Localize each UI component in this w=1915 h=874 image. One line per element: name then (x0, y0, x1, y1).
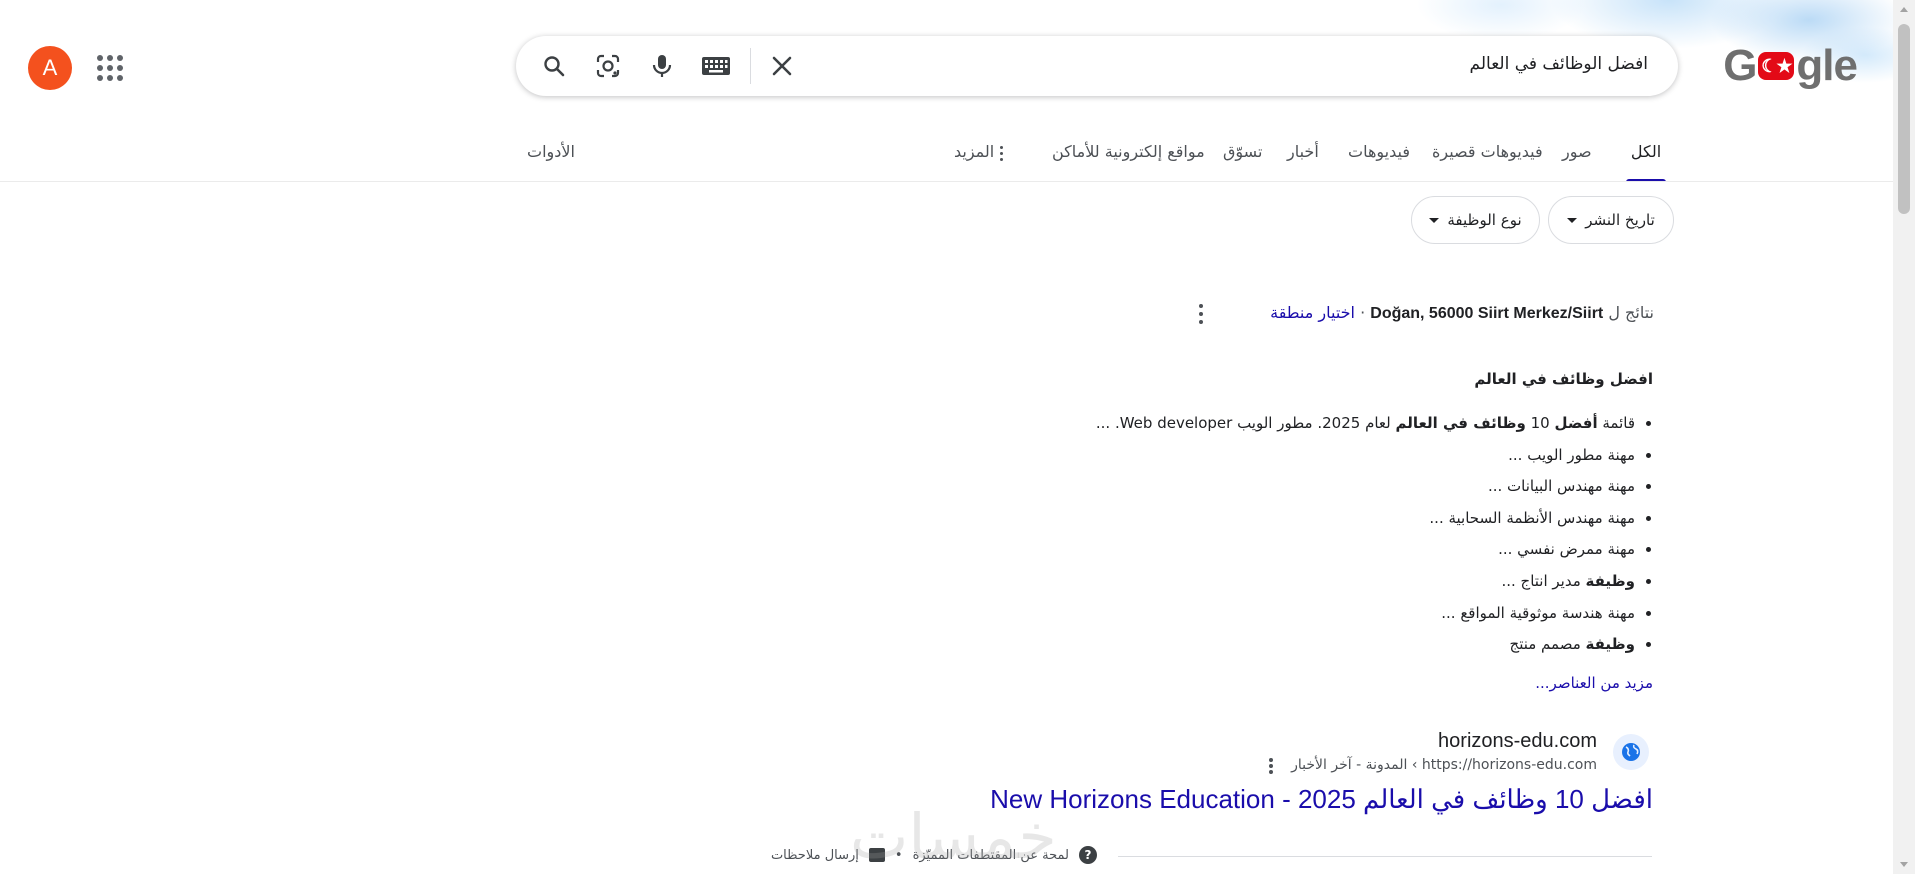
google-lens-icon[interactable] (592, 50, 624, 82)
snippet-list-item: مهنة هندسة موثوقية المواقع ... (1096, 598, 1635, 630)
snippet-item-text: وظائف في العالم (1395, 414, 1526, 432)
search-input[interactable]: افضل الوظائف في العالم (1470, 54, 1648, 74)
search-tabs: الكل صور فيديوهات قصيرة فيديوهات أخبار ت… (0, 136, 1893, 182)
result-url[interactable]: https://horizons-edu.com › المدونة - آخر… (1291, 757, 1597, 773)
keyboard-icon[interactable] (700, 50, 732, 82)
microphone-icon[interactable] (646, 50, 678, 82)
snippet-item-text: وظيفة (1585, 571, 1635, 590)
snippet-item-text: لعام 2025. مطور الويب Web developer. ... (1095, 414, 1396, 432)
location-separator: · (1360, 303, 1366, 322)
logo-text-right: gle (1796, 41, 1858, 90)
result-more-icon[interactable] (1263, 758, 1279, 774)
result-title-link[interactable]: افضل 10 وظائف في العالم 2025 - New Horiz… (990, 784, 1653, 815)
apps-grid-icon[interactable] (96, 54, 124, 82)
snippet-item-text: مهنة مهندس الأنظمة السحابية ... (1429, 508, 1635, 527)
snippet-list-item: مهنة مطور الويب ... (1096, 440, 1635, 472)
snippet-item-text: مصمم منتج (1509, 635, 1586, 654)
snippet-item-text: أفضل (1554, 414, 1598, 432)
footer-divider (1118, 856, 1652, 857)
snippet-item-text: مدير انتاج ... (1501, 571, 1586, 590)
dropdown-caret-icon (1429, 217, 1440, 223)
search-bar[interactable]: افضل الوظائف في العالم (516, 36, 1678, 96)
avatar[interactable]: A (28, 46, 72, 90)
tab-more-label: المزيد (954, 142, 995, 161)
snippet-list-item: وظيفة مصمم منتج (1096, 629, 1635, 661)
snippet-item-text: مهنة مطور الويب ... (1508, 445, 1635, 464)
snippet-list-item: مهنة ممرض نفسي ... (1096, 534, 1635, 566)
snippet-title: افضل وظائف في العالم (1474, 370, 1653, 388)
location-more-icon[interactable] (1193, 304, 1209, 324)
snippet-list-item: مهنة مهندس الأنظمة السحابية ... (1096, 503, 1635, 535)
more-kebab-icon (1000, 146, 1004, 161)
google-logo[interactable]: G ☾★ gle (1723, 40, 1858, 92)
filter-job-type-label: نوع الوظيفة (1447, 211, 1522, 229)
scrollbar[interactable] (1893, 0, 1915, 874)
more-items-link[interactable]: مزيد من العناصر... (1535, 674, 1653, 692)
scrollbar-thumb[interactable] (1898, 24, 1910, 214)
snippet-list: قائمة أفضل 10 وظائف في العالم لعام 2025.… (1096, 408, 1655, 661)
snippet-item-text: مهنة مهندس البيانات ... (1487, 477, 1635, 496)
snippet-footer: ? لمحة عن المقتطفات المميّزة • إرسال ملا… (771, 846, 1097, 864)
feedback-icon[interactable] (868, 848, 885, 862)
clear-icon[interactable] (766, 50, 798, 82)
send-feedback-link[interactable]: إرسال ملاحظات (771, 848, 859, 863)
snippet-item-text: مهنة ممرض نفسي ... (1498, 540, 1635, 559)
search-icon[interactable] (538, 50, 570, 82)
result-site-name[interactable]: horizons-edu.com (1438, 730, 1597, 753)
help-icon[interactable]: ? (1079, 846, 1097, 864)
location-prefix: نتائج ل (1608, 303, 1654, 322)
snippet-list-item: وظيفة مدير انتاج ... (1096, 566, 1635, 598)
globe-icon (1613, 734, 1649, 770)
logo-text-left: G (1723, 41, 1757, 90)
snippet-list-item: مهنة مهندس البيانات ... (1096, 471, 1635, 503)
dropdown-caret-icon (1567, 217, 1578, 223)
location-line: نتائج ل Doğan, 56000 Siirt Merkez/Siirt … (1270, 303, 1654, 323)
filter-job-type[interactable]: نوع الوظيفة (1411, 196, 1540, 244)
snippet-list-item: قائمة أفضل 10 وظائف في العالم لعام 2025.… (1096, 408, 1635, 440)
filter-date-posted[interactable]: تاريخ النشر (1548, 196, 1674, 244)
turkish-flag-icon: ☾★ (1758, 52, 1795, 80)
scroll-down-arrow-icon[interactable] (1900, 862, 1908, 867)
snippet-item-text: 10 (1525, 414, 1555, 432)
tabs-divider (0, 181, 1893, 182)
snippet-item-text: مهنة هندسة موثوقية المواقع ... (1441, 603, 1635, 622)
filter-date-posted-label: تاريخ النشر (1585, 211, 1655, 229)
scroll-up-arrow-icon[interactable] (1900, 7, 1908, 12)
search-divider (750, 48, 751, 84)
snippet-item-text: قائمة (1597, 414, 1635, 432)
location-place: Doğan, 56000 Siirt Merkez/Siirt (1370, 305, 1604, 322)
about-snippets-link[interactable]: لمحة عن المقتطفات المميّزة (913, 848, 1069, 863)
choose-area-link[interactable]: اختيار منطقة (1270, 303, 1355, 322)
footer-dot: • (894, 847, 903, 863)
tab-all[interactable]: الكل (1626, 136, 1666, 182)
snippet-item-text: وظيفة (1585, 635, 1635, 654)
